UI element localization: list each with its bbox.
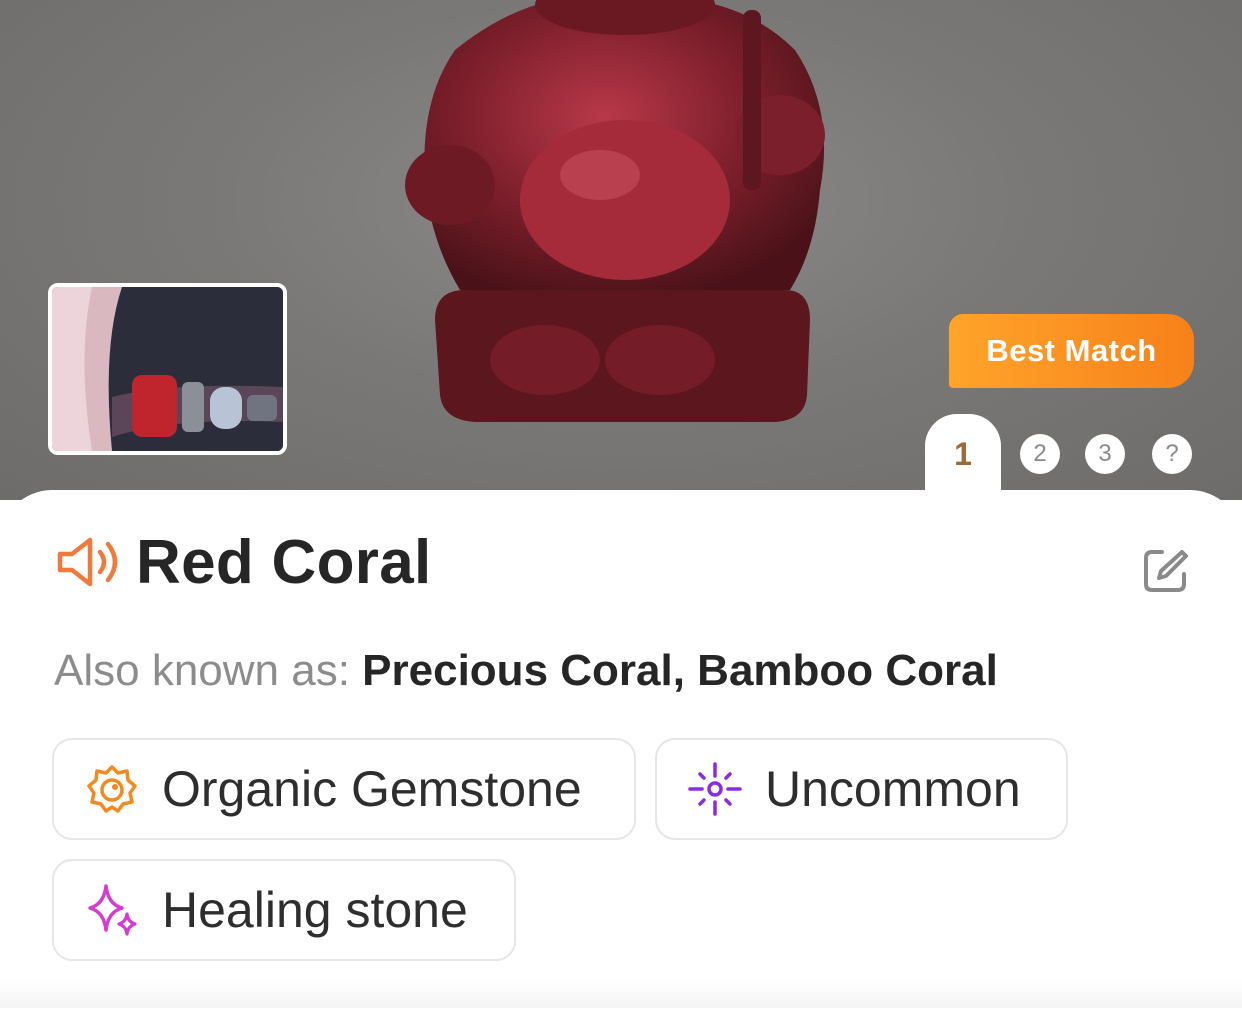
shell-gem-icon (87, 765, 137, 813)
aka-values: Precious Coral, Bamboo Coral (362, 646, 998, 695)
tab-match-3[interactable]: 3 (1085, 434, 1125, 474)
match-tabs: 1 2 3 ? (925, 414, 1215, 504)
tag-label: Uncommon (765, 761, 1021, 817)
speaker-icon[interactable] (54, 530, 122, 594)
result-title-row: Red Coral (54, 528, 432, 597)
sparkle-burst-icon (688, 762, 742, 816)
card-divider (0, 978, 1242, 1008)
best-match-badge: Best Match (949, 314, 1194, 388)
edit-icon[interactable] (1142, 546, 1190, 594)
captured-photo-thumbnail[interactable] (48, 283, 287, 455)
tag-healing-stone[interactable]: Healing stone (52, 859, 516, 961)
statue-photo (405, 0, 825, 422)
tag-organic-gemstone[interactable]: Organic Gemstone (52, 738, 636, 840)
sparkles-icon (88, 884, 137, 936)
aka-label: Also known as: (54, 646, 350, 695)
tab-match-1[interactable]: 1 (925, 414, 1001, 504)
result-name: Red Coral (136, 527, 432, 597)
tag-label: Healing stone (162, 882, 468, 938)
also-known-as: Also known as: Precious Coral, Bamboo Co… (54, 646, 998, 696)
tab-match-unknown[interactable]: ? (1152, 434, 1192, 474)
tag-label: Organic Gemstone (162, 761, 582, 817)
tab-match-2[interactable]: 2 (1020, 434, 1060, 474)
tag-uncommon[interactable]: Uncommon (655, 738, 1068, 840)
